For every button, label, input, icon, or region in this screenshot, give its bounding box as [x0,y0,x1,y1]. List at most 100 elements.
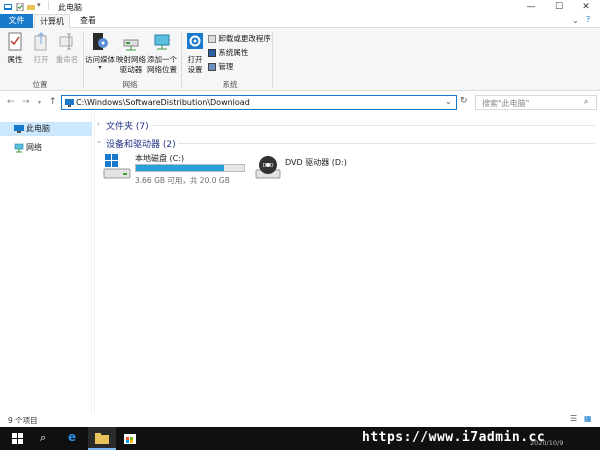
expand-ribbon-icon[interactable]: ⌄ [572,16,579,25]
open-button[interactable]: 打开 [30,32,52,65]
search-placeholder: 搜索"此电脑" [482,99,530,108]
properties-label: 属性 [7,55,23,64]
status-bar-item-count: 9 个项目 [8,416,38,425]
ribbon-tabs: 文件 计算机 查看 ⌄ ? [0,14,600,28]
ribbon-separator [272,32,273,88]
address-dropdown-icon[interactable]: ⌄ [445,97,452,106]
drive-d-name: DVD 驱动器 (D:) [285,158,347,167]
map-drive-label-line1: 映射网络 [116,55,146,64]
settings-label-line1: 打开 [187,55,203,64]
devices-group-header[interactable]: 设备和驱动器 (2) [106,137,176,150]
add-location-label-line1: 添加一个 [147,55,177,64]
network-group-label: 网络 [122,80,138,89]
ribbon-separator [83,32,84,88]
system-group-label: 系统 [222,80,238,89]
edge-taskbar-button[interactable]: e [60,427,88,450]
folders-expand-icon[interactable]: › [97,120,100,128]
store-taskbar-button[interactable] [116,427,144,450]
explorer-icon [4,4,12,10]
ribbon: 属性 打开 重命名 位置 访问媒体 ▾ 映射网络 驱动器 添加一个 网络位置 网… [0,28,600,91]
search-taskbar-button[interactable]: ⌕ [32,427,60,450]
customize-toolbar-icon[interactable]: ▾ [37,1,41,9]
title-divider: | [47,1,51,11]
drive-c-name: 本地磁盘 (C:) [135,154,185,163]
back-icon[interactable]: ← [7,97,15,107]
system-properties-button[interactable]: 系统属性 [208,48,248,58]
access-media-button[interactable]: 访问媒体 ▾ [85,32,115,71]
maximize-button[interactable]: ☐ [545,0,573,14]
tab-view[interactable]: 查看 [74,14,102,28]
explorer-taskbar-button[interactable] [88,427,116,450]
rename-label: 重命名 [55,55,79,64]
network-drive-icon [123,39,139,51]
manage-label: 管理 [218,62,234,71]
network-icon [14,143,24,153]
nav-item-network[interactable]: 网络 [0,141,92,155]
drive-c-usage-bar [135,164,245,172]
windows-logo-icon [12,433,23,444]
add-network-location-button[interactable]: 添加一个 网络位置 [146,32,178,75]
ribbon-separator [181,32,182,88]
address-bar[interactable]: C:\Windows\SoftwareDistribution\Download… [61,95,457,110]
nav-network-label: 网络 [26,143,42,152]
network-location-icon [154,34,170,50]
details-view-icon[interactable]: ☰ [570,414,577,423]
map-network-drive-button[interactable]: 映射网络 驱动器 [116,32,146,75]
address-path[interactable]: C:\Windows\SoftwareDistribution\Download [76,98,250,107]
open-settings-button[interactable]: 打开 设置 [184,32,206,75]
this-pc-icon [65,99,74,107]
drive-c-free-space: 3.66 GB 可用，共 20.0 GB [135,176,230,185]
edge-icon: e [68,430,77,444]
properties-quick-icon[interactable] [16,3,24,11]
svg-text:DVD: DVD [262,163,273,169]
group-divider [178,143,595,144]
pane-divider [94,113,95,413]
add-location-label-line2: 网络位置 [147,65,177,74]
computer-icon [14,125,24,133]
location-group-label: 位置 [32,80,48,89]
large-icons-view-icon[interactable]: ▦ [584,414,592,423]
taskbar-search-icon: ⌕ [40,431,47,444]
uninstall-label: 卸载或更改程序 [218,34,271,43]
search-box[interactable]: 搜索"此电脑" ⌕ [475,95,597,110]
address-row: ← → ▾ ↑ C:\Windows\SoftwareDistribution\… [0,91,600,113]
tab-file[interactable]: 文件 [0,14,33,28]
properties-icon [8,32,22,51]
group-divider [150,125,595,126]
close-button[interactable]: ✕ [572,0,600,14]
nav-item-this-pc[interactable]: 此电脑 [0,122,92,136]
tab-computer[interactable]: 计算机 [34,14,70,28]
recent-locations-icon[interactable]: ▾ [38,99,41,106]
taskbar-clock-date[interactable]: 2020/10/9 [530,439,563,447]
map-drive-label-line2: 驱动器 [119,65,143,74]
devices-collapse-icon[interactable]: ⌄ [96,137,102,145]
navigation-pane: 此电脑 网络 [0,113,92,413]
nav-this-pc-label: 此电脑 [26,124,50,133]
search-icon: ⌕ [584,97,589,106]
properties-button[interactable]: 属性 [4,32,26,65]
help-icon[interactable]: ? [586,15,590,24]
refresh-icon[interactable]: ↻ [460,96,468,106]
windows-drive-icon [103,154,131,179]
media-icon [93,33,108,50]
manage-button[interactable]: 管理 [208,62,233,72]
rename-button[interactable]: 重命名 [54,32,80,65]
up-icon[interactable]: ↑ [49,97,57,107]
manage-icon [208,63,216,71]
open-icon [34,32,47,51]
folders-group-header[interactable]: 文件夹 (7) [106,119,149,132]
start-button[interactable] [4,427,32,450]
uninstall-icon [208,35,216,43]
system-properties-label: 系统属性 [218,48,249,57]
forward-icon[interactable]: → [22,97,30,107]
settings-label-line2: 设置 [187,65,203,74]
uninstall-program-button[interactable]: 卸载或更改程序 [208,34,271,44]
system-properties-icon [208,49,216,57]
new-folder-quick-icon[interactable] [27,3,35,11]
dvd-drive-icon: DVD [255,156,281,179]
minimize-button[interactable]: — [517,0,545,14]
drive-c-usage-fill [136,165,225,171]
folder-icon [95,433,109,444]
website-watermark: https://www.i7admin.cc [362,430,546,445]
store-icon [124,434,136,444]
